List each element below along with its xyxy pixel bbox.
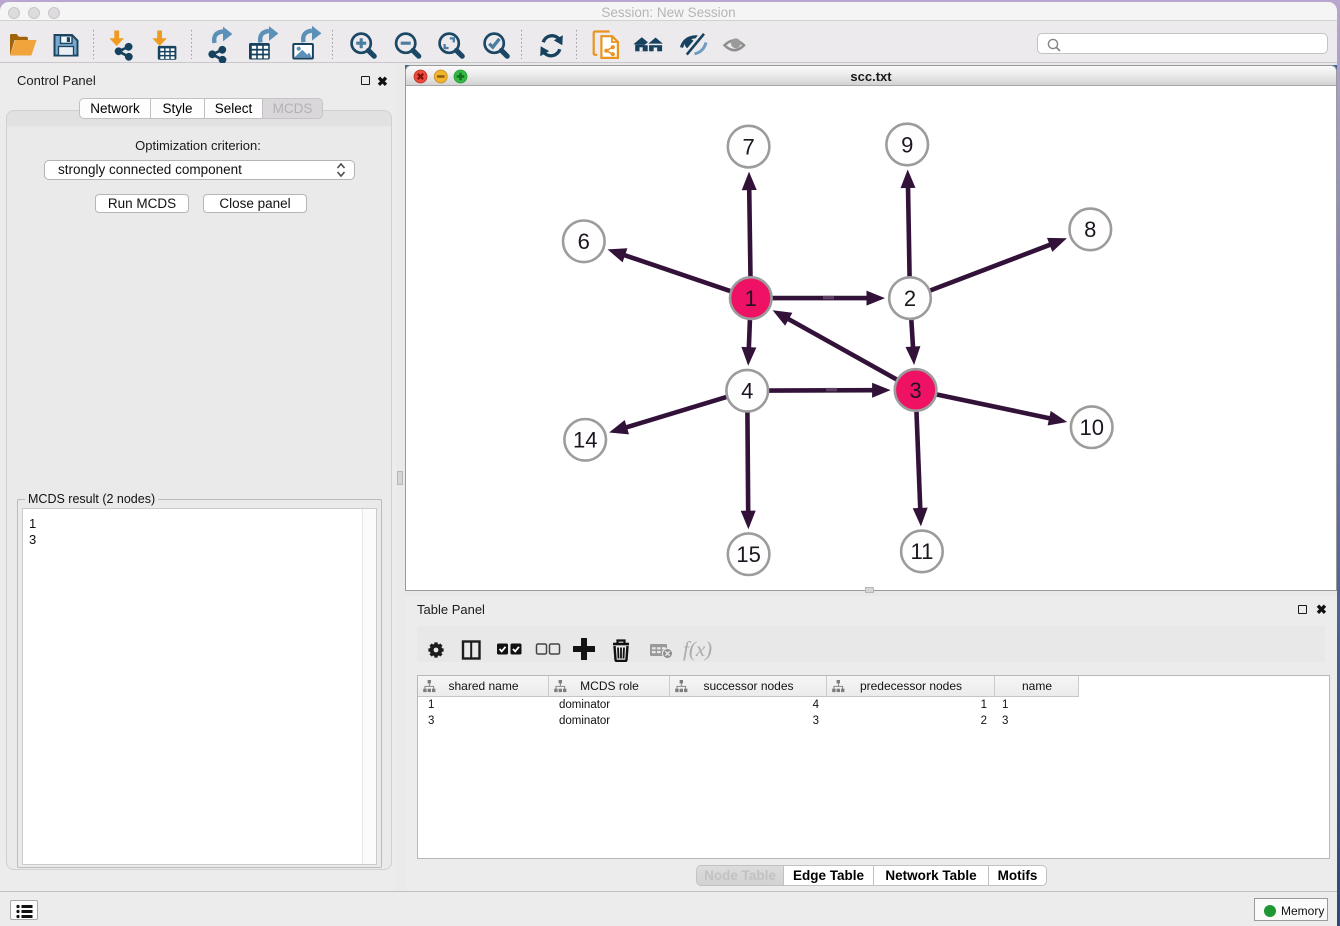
svg-text:15: 15: [736, 542, 760, 567]
svg-text:f(x): f(x): [683, 637, 712, 661]
svg-text:2: 2: [904, 286, 916, 311]
svg-text:7: 7: [742, 134, 754, 159]
svg-text:10: 10: [1079, 415, 1103, 440]
svg-text:6: 6: [578, 229, 590, 254]
svg-text:8: 8: [1084, 217, 1096, 242]
svg-text:9: 9: [901, 132, 913, 157]
svg-text:1: 1: [745, 286, 757, 311]
svg-text:14: 14: [573, 428, 597, 453]
svg-text:11: 11: [910, 539, 933, 564]
svg-text:3: 3: [909, 378, 921, 403]
svg-text:4: 4: [741, 379, 753, 404]
